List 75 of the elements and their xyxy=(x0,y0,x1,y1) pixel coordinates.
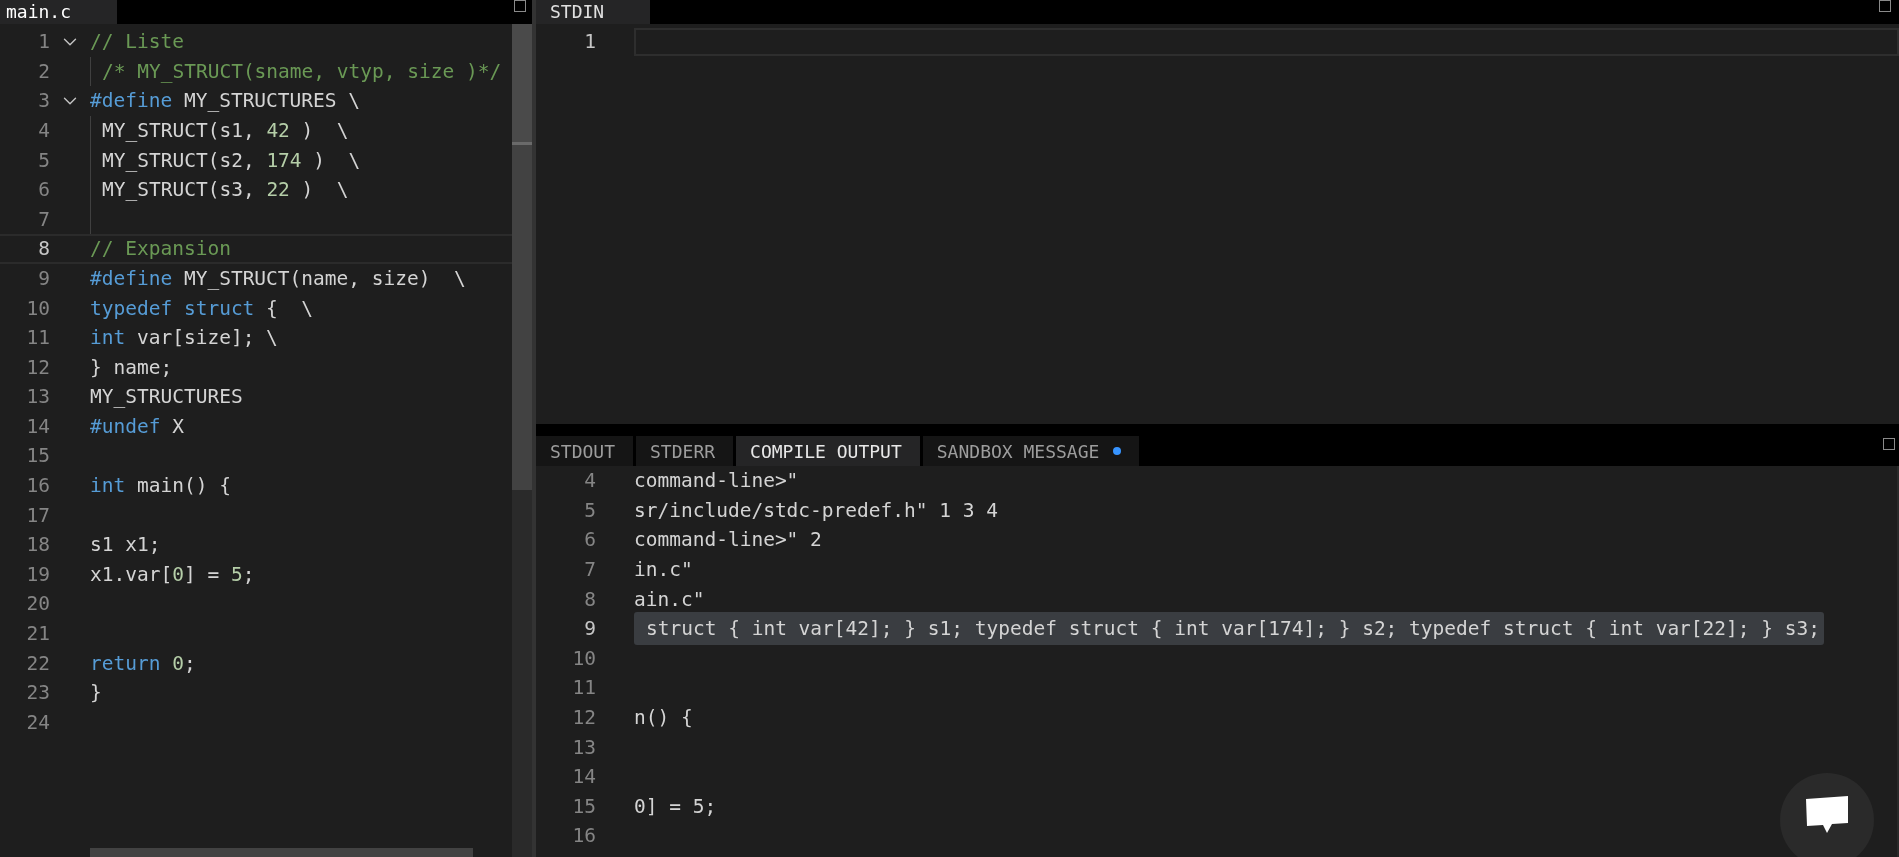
output-line: command-line>" xyxy=(634,468,799,495)
line-number: 19 xyxy=(25,561,50,588)
output-line: command-line>" 2 xyxy=(634,527,822,554)
line-number: 7 xyxy=(37,206,50,233)
line-number: 12 xyxy=(571,704,596,731)
line-number: 3 xyxy=(37,88,50,115)
line-number: 4 xyxy=(37,117,50,144)
code-line: typedef struct { \ xyxy=(90,295,314,322)
code-line: // Expansion xyxy=(90,236,231,263)
code-line: int main() { xyxy=(90,473,231,500)
line-number: 15 xyxy=(25,443,50,470)
line-number: 23 xyxy=(25,680,50,707)
code-line: int var[size]; \ xyxy=(90,325,278,352)
code-line: } name; xyxy=(90,354,173,381)
line-number: 21 xyxy=(25,621,50,648)
output-tab[interactable]: SANDBOX MESSAGE xyxy=(922,436,1140,466)
line-number: 1 xyxy=(583,29,596,56)
line-number: 6 xyxy=(37,177,50,204)
speech-bubble-icon xyxy=(1804,795,1850,835)
code-line: #undef X xyxy=(90,413,184,440)
line-number: 13 xyxy=(25,384,50,411)
line-number: 4 xyxy=(583,468,596,495)
line-number: 2 xyxy=(37,58,50,85)
code-line: } xyxy=(90,680,102,707)
code-line: s1 x1; xyxy=(90,532,161,559)
code-line: // Liste xyxy=(90,29,184,56)
code-line: x1.var[0] = 5; xyxy=(90,561,255,588)
line-number: 14 xyxy=(571,764,596,791)
code-line: MY_STRUCTURES xyxy=(90,384,243,411)
output-line: ain.c" xyxy=(634,586,705,613)
line-number: 20 xyxy=(25,591,50,618)
line-number: 15 xyxy=(571,793,596,820)
line-number: 14 xyxy=(25,413,50,440)
output-line: in.c" xyxy=(634,556,693,583)
output-line: sr/include/stdc-predef.h" 1 3 4 xyxy=(634,497,998,524)
line-number: 22 xyxy=(25,650,50,677)
line-number: 18 xyxy=(25,532,50,559)
code-line: return 0; xyxy=(90,650,196,677)
line-number: 9 xyxy=(37,265,50,292)
code-line: MY_STRUCT(s3, 22 ) \ xyxy=(102,177,349,204)
file-tab[interactable]: main.c xyxy=(0,0,117,24)
line-number: 10 xyxy=(571,645,596,672)
output-tab[interactable]: STDERR xyxy=(636,436,734,466)
line-number: 24 xyxy=(25,709,50,736)
line-number: 17 xyxy=(25,502,50,529)
line-number: 11 xyxy=(25,325,50,352)
horizontal-scrollbar[interactable] xyxy=(90,848,473,857)
output-tab[interactable]: STDOUT xyxy=(536,436,634,466)
stdin-tab[interactable]: STDIN xyxy=(536,0,650,24)
code-line: MY_STRUCT(s2, 174 ) \ xyxy=(102,147,361,174)
vertical-scrollbar[interactable] xyxy=(512,24,532,857)
line-number: 5 xyxy=(583,497,596,524)
line-number: 13 xyxy=(571,734,596,761)
line-number: 8 xyxy=(583,586,596,613)
code-line: /* MY_STRUCT(sname, vtyp, size )*/ xyxy=(102,58,502,85)
maximize-icon[interactable] xyxy=(1883,438,1895,450)
line-number: 9 xyxy=(583,616,596,643)
line-number: 12 xyxy=(25,354,50,381)
line-number: 16 xyxy=(25,473,50,500)
line-number: 6 xyxy=(583,527,596,554)
output-line: 0] = 5; xyxy=(634,793,717,820)
maximize-icon[interactable] xyxy=(1879,0,1891,12)
maximize-icon[interactable] xyxy=(514,0,526,12)
line-number: 10 xyxy=(25,295,50,322)
code-line: #define MY_STRUCT(name, size) \ xyxy=(90,265,466,292)
line-number: 11 xyxy=(571,675,596,702)
code-line: #define MY_STRUCTURES \ xyxy=(90,88,361,115)
line-number: 5 xyxy=(37,147,50,174)
output-line: n() { xyxy=(634,704,693,731)
line-number: 7 xyxy=(583,556,596,583)
line-number: 1 xyxy=(37,29,50,56)
line-number: 16 xyxy=(571,823,596,850)
code-line: MY_STRUCT(s1, 42 ) \ xyxy=(102,117,349,144)
output-tab[interactable]: COMPILE OUTPUT xyxy=(736,436,920,466)
line-number: 8 xyxy=(37,236,50,263)
